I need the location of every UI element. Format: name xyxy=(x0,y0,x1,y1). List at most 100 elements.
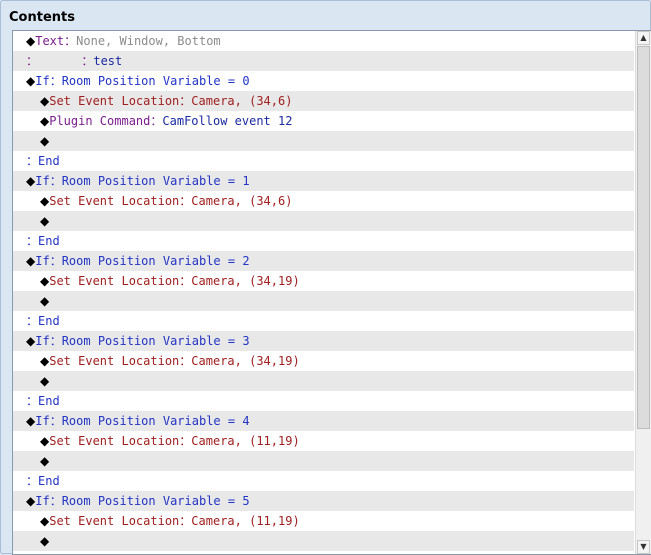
command-row[interactable]: ◆ xyxy=(13,211,634,231)
command-text: ：End xyxy=(26,474,60,488)
command-diamond-icon: ◆ xyxy=(40,354,50,368)
command-row[interactable]: ◆ xyxy=(13,131,634,151)
command-diamond-icon: ◆ xyxy=(26,34,36,48)
command-diamond-icon: ◆ xyxy=(26,494,36,508)
command-diamond-icon: ◆ xyxy=(40,194,50,208)
command-row[interactable]: ◆Set Event Location：Camera, (34,6) xyxy=(13,91,634,111)
command-row[interactable]: ◆If：Room Position Variable = 4 xyxy=(13,411,634,431)
command-text: ：End xyxy=(26,314,60,328)
command-diamond-icon: ◆ xyxy=(40,514,50,528)
command-diamond-icon: ◆ xyxy=(26,174,36,188)
command-row[interactable]: ◆Set Event Location：Camera, (34,19) xyxy=(13,271,634,291)
command-text: ： xyxy=(179,434,192,448)
command-row[interactable]: ：End xyxy=(13,311,634,331)
command-text: ： xyxy=(179,354,192,368)
scrollbar-thumb[interactable] xyxy=(637,46,650,429)
command-diamond-icon: ◆ xyxy=(40,294,50,308)
command-text: Plugin Command xyxy=(49,114,151,128)
command-row[interactable]: ：End xyxy=(13,391,634,411)
command-row[interactable]: ◆If：Room Position Variable = 2 xyxy=(13,251,634,271)
command-text: Set Event Location xyxy=(49,274,180,288)
command-text: If xyxy=(35,334,50,348)
command-text: Set Event Location xyxy=(49,354,180,368)
command-text: If xyxy=(35,494,50,508)
command-text: ： xyxy=(64,34,77,48)
command-diamond-icon: ◆ xyxy=(40,134,50,148)
command-row[interactable]: ：End xyxy=(13,231,634,251)
command-diamond-icon: ◆ xyxy=(40,374,50,388)
command-text: Set Event Location xyxy=(49,94,180,108)
command-text: Camera, (34,6) xyxy=(191,194,293,208)
command-row[interactable]: ◆Set Event Location：Camera, (34,19) xyxy=(13,351,634,371)
command-text: ：End xyxy=(26,234,60,248)
event-command-list[interactable]: ◆Text：None, Window, Bottom： ：test ◆If：Roo… xyxy=(12,30,651,555)
command-text: ： xyxy=(179,514,192,528)
command-diamond-icon: ◆ xyxy=(40,94,50,108)
command-text: Set Event Location xyxy=(49,194,180,208)
command-text: ： xyxy=(49,74,62,88)
command-text: Room Position Variable = 5 xyxy=(61,494,250,508)
command-row[interactable]: ：End xyxy=(13,471,634,491)
command-text: Text xyxy=(35,34,65,48)
command-text: ： xyxy=(49,414,62,428)
command-text: Camera, (34,6) xyxy=(191,94,293,108)
command-text: ： xyxy=(179,194,192,208)
command-diamond-icon: ◆ xyxy=(40,534,50,548)
command-text: Camera, (34,19) xyxy=(191,274,300,288)
command-text: None, Window, Bottom xyxy=(76,34,221,48)
contents-panel: Contents ◆Text：None, Window, Bottom： ：te… xyxy=(0,0,651,555)
command-diamond-icon: ◆ xyxy=(40,434,50,448)
command-row[interactable]: ◆If：Room Position Variable = 5 xyxy=(13,491,634,511)
command-text: Room Position Variable = 0 xyxy=(61,74,250,88)
command-row[interactable]: ◆ xyxy=(13,371,634,391)
command-row[interactable]: ◆If：Room Position Variable = 0 xyxy=(13,71,634,91)
command-text: Room Position Variable = 3 xyxy=(61,334,250,348)
command-text: ： xyxy=(49,174,62,188)
command-text: Room Position Variable = 2 xyxy=(61,254,250,268)
command-diamond-icon: ◆ xyxy=(40,214,50,228)
command-row[interactable]: ◆ xyxy=(13,291,634,311)
command-text: Room Position Variable = 4 xyxy=(61,414,250,428)
command-text: Camera, (11,19) xyxy=(191,514,300,528)
command-text: CamFollow event 12 xyxy=(162,114,293,128)
command-row[interactable]: ◆Plugin Command：CamFollow event 12 xyxy=(13,111,634,131)
command-row[interactable]: ◆Set Event Location：Camera, (11,19) xyxy=(13,431,634,451)
command-text: Set Event Location xyxy=(49,434,180,448)
command-diamond-icon: ◆ xyxy=(40,454,50,468)
command-text: ： xyxy=(179,94,192,108)
command-row[interactable]: ◆Set Event Location：Camera, (11,19) xyxy=(13,511,634,531)
command-text: ： xyxy=(49,494,62,508)
scroll-up-icon[interactable]: ▲ xyxy=(637,31,650,45)
command-row[interactable]: ◆If：Room Position Variable = 1 xyxy=(13,171,634,191)
command-row[interactable]: ◆Set Event Location：Camera, (34,6) xyxy=(13,191,634,211)
command-diamond-icon: ◆ xyxy=(26,254,36,268)
command-text: ： xyxy=(49,254,62,268)
command-diamond-icon: ◆ xyxy=(26,74,36,88)
command-text: If xyxy=(35,174,50,188)
command-diamond-icon: ◆ xyxy=(26,414,36,428)
command-text: ： xyxy=(49,334,62,348)
command-text: ：End xyxy=(26,394,60,408)
vertical-scrollbar[interactable]: ▲ ▼ xyxy=(635,31,651,554)
command-row[interactable]: ◆ xyxy=(13,531,634,551)
command-row[interactable]: ◆ xyxy=(13,451,634,471)
command-text: Camera, (34,19) xyxy=(191,354,300,368)
panel-title: Contents xyxy=(9,10,75,25)
command-text: test xyxy=(93,54,123,68)
command-text: Set Event Location xyxy=(49,514,180,528)
scroll-down-icon[interactable]: ▼ xyxy=(637,540,650,554)
command-text: Room Position Variable = 1 xyxy=(61,174,250,188)
command-text: If xyxy=(35,414,50,428)
command-row[interactable]: ：End xyxy=(13,151,634,171)
command-diamond-icon: ◆ xyxy=(40,114,50,128)
command-rows: ◆Text：None, Window, Bottom： ：test ◆If：Roo… xyxy=(13,31,634,551)
command-text: If xyxy=(35,74,50,88)
command-diamond-icon: ◆ xyxy=(40,274,50,288)
command-text: ： xyxy=(179,274,192,288)
command-diamond-icon: ◆ xyxy=(26,334,36,348)
command-row[interactable]: ： ：test xyxy=(13,51,634,71)
command-text: ： xyxy=(150,114,163,128)
command-row[interactable]: ◆Text：None, Window, Bottom xyxy=(13,31,634,51)
command-text: If xyxy=(35,254,50,268)
command-row[interactable]: ◆If：Room Position Variable = 3 xyxy=(13,331,634,351)
